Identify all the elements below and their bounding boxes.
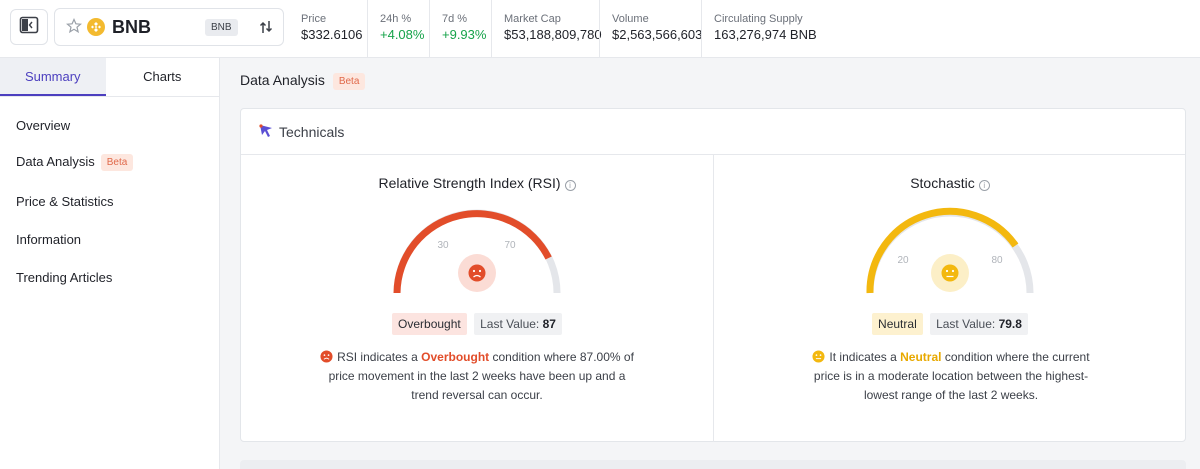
asset-ticker-badge: BNB [205,19,238,36]
stochastic-description: It indicates a Neutral condition where t… [798,348,1104,405]
rsi-status-badge: Overbought [392,313,467,335]
sidebar-item-price-statistics[interactable]: Price & Statistics [16,194,114,209]
stochastic-scale-low: 20 [897,255,909,266]
neutral-face-icon [812,350,825,363]
stat-volume: Volume $2,563,566,603 [599,0,703,58]
last-value: 87 [542,317,556,331]
beta-badge: Beta [100,154,134,171]
rsi-title: Relative Strength Index (RSI) i [241,175,713,191]
stat-value: 163,276,974 BNB [714,27,817,42]
sidebar-item-label: Information [16,232,82,247]
sidebar-item-label: Overview [16,118,71,133]
sidebar-item-label: Data Analysis [16,154,95,169]
sidebar-tabs: Summary Charts [0,58,219,97]
sidebar-item-label: Trending Articles [16,270,113,285]
rsi-desc-pre: RSI indicates a [337,350,422,364]
sidebar-item-overview[interactable]: Overview [16,118,70,133]
bnb-coin-icon [87,18,105,36]
stat-circulating-supply: Circulating Supply 163,276,974 BNB [701,0,821,58]
rsi-title-text: Relative Strength Index (RSI) [378,175,561,191]
top-bar: BNB BNB Price $332.6106 24h % +4.08% 7d … [0,0,1200,58]
info-icon[interactable]: i [564,180,576,191]
sidebar-item-trending-articles[interactable]: Trending Articles [16,270,112,285]
stochastic-desc-pre: It indicates a [829,350,901,364]
stat-value: +4.08% [380,27,425,42]
sidebar-item-label: Price & Statistics [16,194,114,209]
rsi-panel: Relative Strength Index (RSI) i 30 70 Ove… [241,155,713,442]
last-value-label: Last Value: [936,317,996,331]
beta-badge: Beta [332,73,366,90]
stat-market-cap: Market Cap $53,188,809,780 [491,0,602,58]
last-value-label: Last Value: [480,317,540,331]
asset-selector[interactable]: BNB BNB [54,8,284,46]
neutral-face-icon [941,264,959,282]
technicals-card: Technicals Relative Strength Index (RSI)… [240,108,1186,442]
sidebar: Summary Charts Overview Data Analysis Bet… [0,58,220,469]
stat-24h-change: 24h % +4.08% [367,0,429,58]
sad-face-icon [320,350,333,363]
stochastic-scale-high: 80 [991,255,1003,266]
sidebar-item-data-analysis[interactable]: Data Analysis Beta [16,154,134,171]
rsi-tags: Overbought Last Value: 87 [241,313,713,335]
swap-icon[interactable] [258,18,274,41]
stat-value: +9.93% [442,27,487,42]
stat-value: $53,188,809,780 [504,27,602,42]
tab-charts[interactable]: Charts [106,58,219,96]
stochastic-desc-keyword: Neutral [900,350,942,364]
section-title: Data Analysis Beta [240,72,366,90]
star-icon[interactable] [66,18,82,39]
info-icon[interactable]: i [978,180,990,191]
stochastic-title-text: Stochastic [910,175,975,191]
next-card-edge [240,460,1186,469]
stochastic-gauge: 20 80 [866,207,1034,294]
stat-price: Price $332.6106 [289,0,367,58]
sidebar-toggle-icon [19,15,39,40]
stat-label: Price [301,13,327,25]
card-header: Technicals [241,109,1185,155]
technicals-icon [259,124,273,143]
sidebar-toggle-button[interactable] [10,9,48,45]
stochastic-status-badge: Neutral [872,313,923,335]
sad-face-icon [468,264,486,282]
rsi-last-value-badge: Last Value: 87 [474,313,562,335]
stat-label: Volume [612,13,649,25]
stat-value: $332.6106 [301,27,363,42]
rsi-scale-high: 70 [504,240,516,251]
rsi-desc-keyword: Overbought [421,350,490,364]
stat-7d-change: 7d % +9.93% [429,0,491,58]
stochastic-tags: Neutral Last Value: 79.8 [714,313,1186,335]
section-title-text: Data Analysis [240,72,325,88]
tab-summary[interactable]: Summary [0,58,106,96]
stochastic-title: Stochastic i [714,175,1186,191]
sidebar-item-information[interactable]: Information [16,232,81,247]
stat-label: Circulating Supply [714,13,803,25]
card-title: Technicals [279,124,345,140]
stat-value: $2,563,566,603 [612,27,703,42]
asset-name: BNB [112,17,151,37]
stat-label: 24h % [380,13,412,25]
stochastic-panel: Stochastic i 20 80 Neutral Last Value: 79… [714,155,1186,442]
rsi-description: RSI indicates a Overbought condition whe… [317,348,637,405]
stat-label: Market Cap [504,13,561,25]
stochastic-last-value-badge: Last Value: 79.8 [930,313,1028,335]
last-value: 79.8 [998,317,1022,331]
rsi-scale-low: 30 [437,240,449,251]
rsi-gauge: 30 70 [393,209,561,294]
stat-label: 7d % [442,13,468,25]
